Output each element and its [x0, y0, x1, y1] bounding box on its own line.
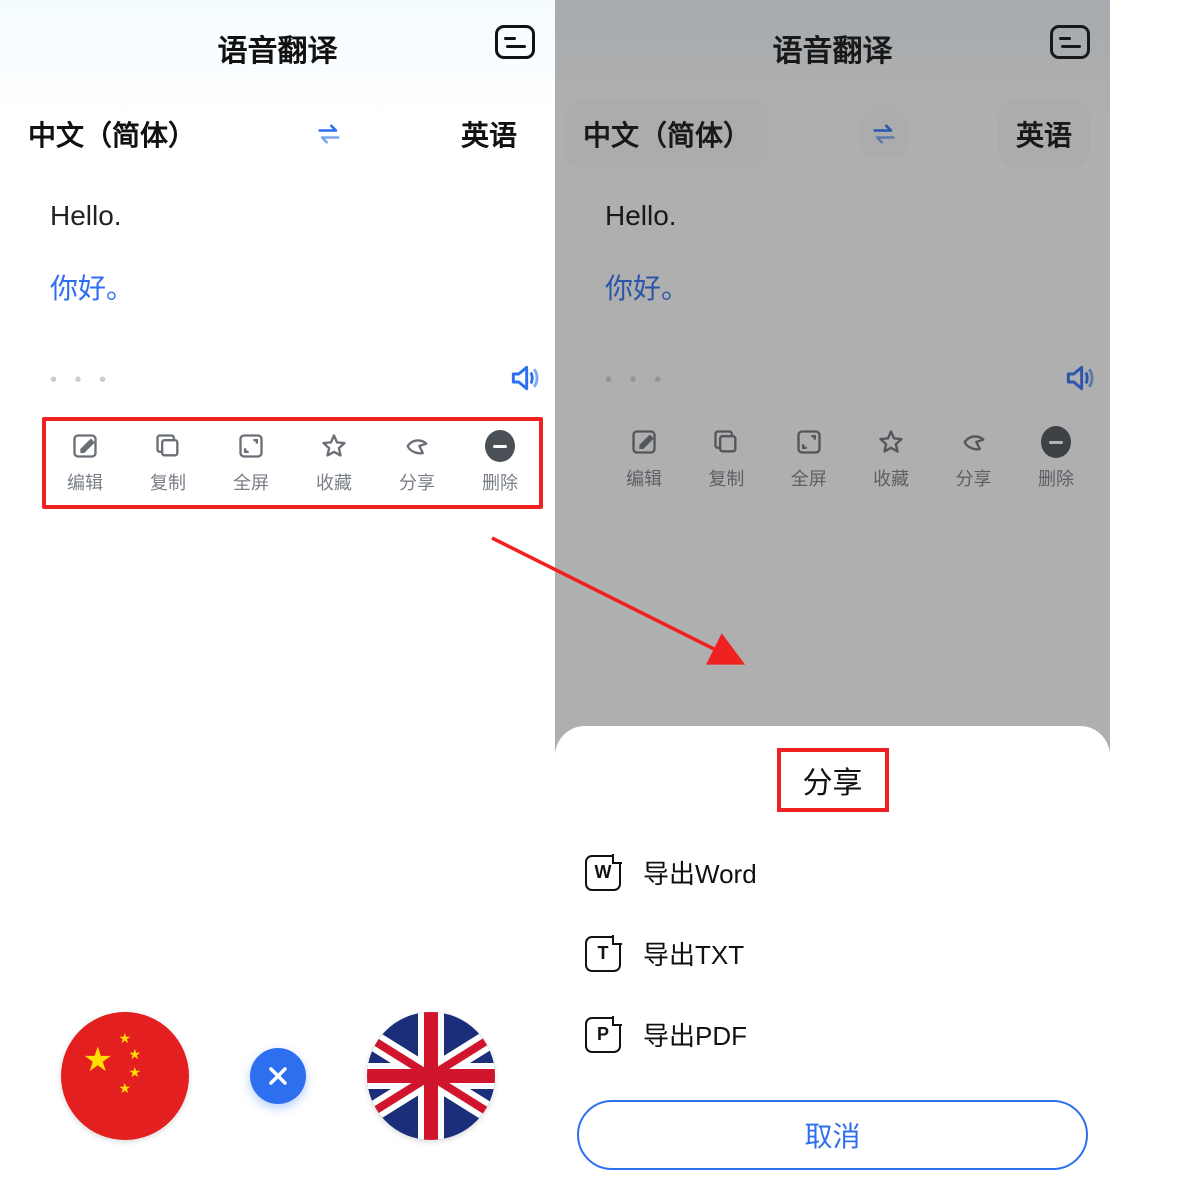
delete-button[interactable]: 删除 — [469, 431, 531, 495]
language-selector-row: 中文（简体） 英语 — [0, 75, 555, 178]
swap-icon — [315, 120, 343, 148]
share-button[interactable]: 分享 — [386, 431, 448, 495]
action-toolbar-highlighted: 编辑 复制 全屏 收藏 分享 删除 — [42, 417, 543, 509]
edit-label: 编辑 — [67, 469, 103, 495]
export-pdf-option[interactable]: P 导出PDF — [555, 994, 1110, 1075]
screenshot-right: 语音翻译 中文（简体） 英语 Hello. 你好。 • • • 编辑 复 — [555, 0, 1110, 1200]
export-txt-option[interactable]: T 导出TXT — [555, 913, 1110, 994]
export-word-label: 导出Word — [643, 854, 757, 891]
export-txt-label: 导出TXT — [643, 935, 744, 972]
word-file-icon: W — [585, 855, 621, 891]
target-language[interactable]: 英语 — [443, 100, 535, 168]
delete-label: 删除 — [482, 469, 518, 495]
close-button[interactable] — [250, 1048, 306, 1104]
share-icon — [403, 432, 431, 460]
uk-flag-button[interactable] — [367, 1012, 495, 1140]
list-toggle-icon[interactable] — [495, 25, 535, 59]
speaker-button[interactable] — [508, 362, 540, 399]
favorite-label: 收藏 — [316, 469, 352, 495]
txt-file-icon: T — [585, 936, 621, 972]
bottom-controls: ★★★★★ — [0, 1012, 555, 1140]
export-word-option[interactable]: W 导出Word — [555, 832, 1110, 913]
copy-button[interactable]: 复制 — [137, 431, 199, 495]
swap-languages-button[interactable] — [305, 110, 353, 158]
target-text: 你好。 — [50, 267, 530, 307]
export-pdf-label: 导出PDF — [643, 1016, 747, 1053]
fullscreen-button[interactable]: 全屏 — [220, 431, 282, 495]
copy-label: 复制 — [150, 469, 186, 495]
page-title: 语音翻译 — [218, 26, 338, 70]
copy-icon — [154, 432, 182, 460]
speaker-icon — [508, 362, 540, 394]
pdf-file-icon: P — [585, 1017, 621, 1053]
edit-icon — [71, 432, 99, 460]
source-text: Hello. — [50, 200, 530, 232]
fullscreen-icon — [237, 432, 265, 460]
edit-button[interactable]: 编辑 — [54, 431, 116, 495]
china-flag-button[interactable]: ★★★★★ — [61, 1012, 189, 1140]
header: 语音翻译 — [0, 0, 555, 75]
minus-circle-icon — [485, 430, 515, 462]
star-icon — [320, 432, 348, 460]
share-sheet-title: 分享 — [777, 748, 889, 812]
share-sheet: 分享 W 导出Word T 导出TXT P 导出PDF 取消 — [555, 726, 1110, 1200]
close-icon — [266, 1064, 290, 1088]
more-dots-icon[interactable]: • • • — [50, 369, 112, 392]
favorite-button[interactable]: 收藏 — [303, 431, 365, 495]
share-label: 分享 — [399, 469, 435, 495]
fullscreen-label: 全屏 — [233, 469, 269, 495]
screenshot-left: 语音翻译 中文（简体） 英语 Hello. 你好。 • • • 编辑 复制 — [0, 0, 555, 1200]
cancel-button[interactable]: 取消 — [577, 1100, 1088, 1170]
source-language[interactable]: 中文（简体） — [10, 100, 214, 168]
translation-card: Hello. 你好。 • • • 编辑 复制 全屏 收藏 — [0, 200, 555, 509]
